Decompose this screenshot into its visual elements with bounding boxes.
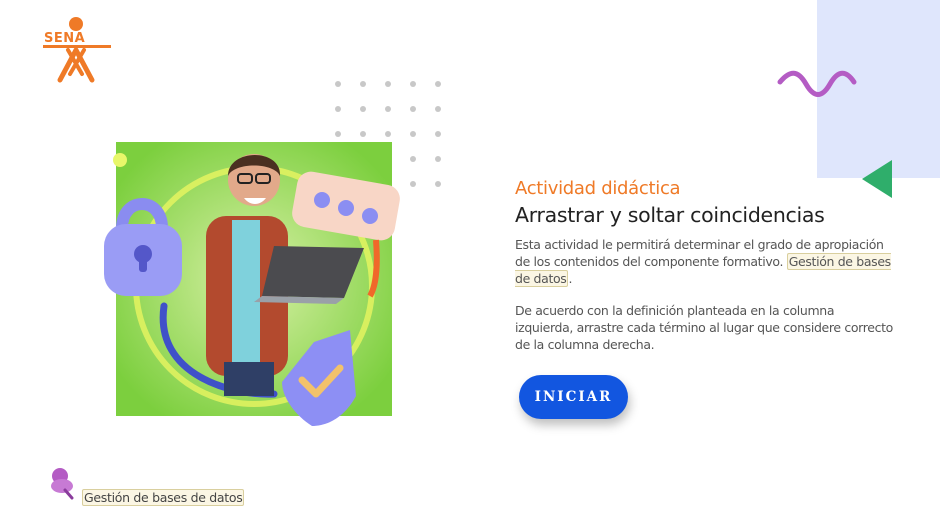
start-button[interactable]: INICIAR — [519, 375, 628, 419]
description-paragraph: Esta actividad le permitirá determinar e… — [515, 236, 895, 287]
logo-text: SENA — [44, 31, 86, 46]
wave-decoration-icon — [777, 70, 857, 97]
page-title: Arrastrar y soltar coincidencias — [515, 203, 825, 227]
pushpin-icon — [51, 468, 74, 500]
hero-illustration — [104, 142, 400, 426]
footer-course-tag: Gestión de bases de datos — [82, 489, 245, 506]
instructions-paragraph: De acuerdo con la definición planteada e… — [515, 303, 893, 352]
description-end: . — [568, 271, 573, 286]
triangle-decoration-icon — [862, 160, 892, 198]
sena-logo: SENA — [38, 16, 116, 86]
activity-type-label: Actividad didáctica — [515, 178, 681, 199]
sena-logo-icon — [43, 17, 111, 83]
